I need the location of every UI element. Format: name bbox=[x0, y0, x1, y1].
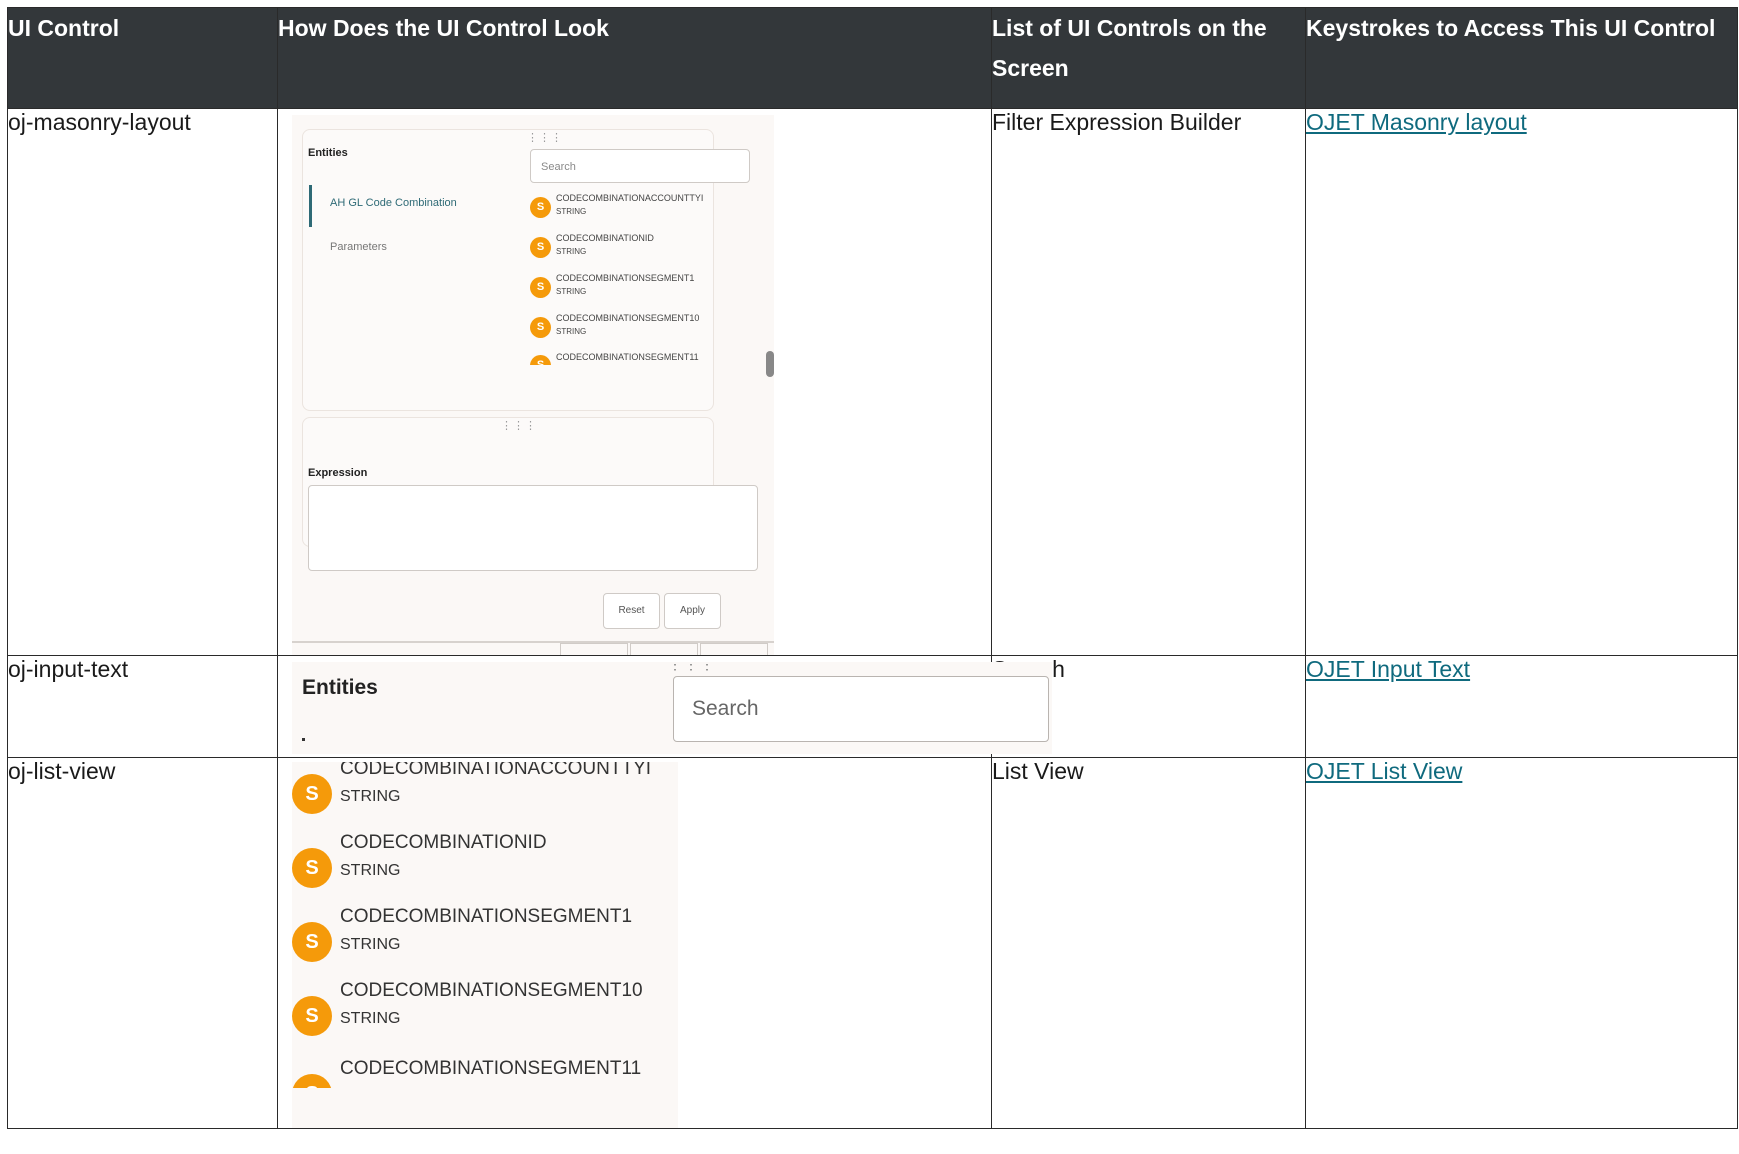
ui-controls-table: UI Control How Does the UI Control Look … bbox=[7, 7, 1738, 1129]
masonry-layout-screenshot: ⋮⋮⋮ Entities AH GL Code Combination Para… bbox=[292, 115, 774, 655]
header-keystrokes: Keystrokes to Access This UI Control bbox=[1305, 7, 1738, 109]
string-type-badge: S bbox=[292, 774, 332, 814]
list-item: S CODECOMBINATIONSEGMENT11 bbox=[292, 1058, 678, 1088]
control-name: oj-masonry-layout bbox=[7, 108, 278, 656]
entities-label: Entities bbox=[308, 147, 348, 159]
item-type: STRING bbox=[340, 1010, 401, 1027]
table-row: oj-list-view S CODECOMBINATIONACCOUNTTYI… bbox=[7, 757, 1738, 1129]
item-type: STRING bbox=[556, 207, 587, 216]
control-list: List View bbox=[991, 757, 1306, 1129]
item-type: STRING bbox=[340, 936, 401, 953]
link-cell: OJET List View bbox=[1305, 757, 1738, 1129]
string-type-badge: S bbox=[292, 922, 332, 962]
ojet-input-text-link[interactable]: OJET Input Text bbox=[1306, 656, 1470, 682]
expression-label: Expression bbox=[308, 467, 368, 479]
item-name: CODECOMBINATIONSEGMENT1 bbox=[340, 906, 633, 927]
item-type: STRING bbox=[556, 247, 587, 256]
link-cell: OJET Input Text bbox=[1305, 655, 1738, 758]
item-name: CODECOMBINATIONSEGMENT10 bbox=[556, 313, 700, 323]
drag-handle-icon: ⋮⋮⋮ bbox=[501, 420, 537, 432]
list-view-screenshot: S CODECOMBINATIONACCOUNTTYI STRING S COD… bbox=[292, 762, 678, 1128]
string-type-badge: S bbox=[292, 1074, 332, 1088]
ojet-list-view-link[interactable]: OJET List View bbox=[1306, 758, 1462, 784]
screenshot-cell: S CODECOMBINATIONACCOUNTTYI STRING S COD… bbox=[277, 757, 992, 1129]
ojet-masonry-layout-link[interactable]: OJET Masonry layout bbox=[1306, 109, 1527, 135]
string-type-badge: S bbox=[292, 996, 332, 1036]
item-name: CODECOMBINATIONACCOUNTTYI bbox=[340, 762, 652, 779]
string-type-badge: S bbox=[292, 848, 332, 888]
item-type: STRING bbox=[556, 287, 587, 296]
string-type-badge: S bbox=[530, 197, 551, 218]
table-row: oj-masonry-layout ⋮⋮⋮ Entities AH GL Cod… bbox=[7, 108, 1738, 656]
nav-item-parameters: Parameters bbox=[330, 241, 387, 253]
drag-handle-icon: ⋮⋮⋮ bbox=[668, 662, 716, 672]
nav-item-gl-code-combination: AH GL Code Combination bbox=[330, 197, 457, 209]
tab-stub bbox=[560, 643, 628, 655]
item-name: CODECOMBINATIONACCOUNTTYI bbox=[556, 193, 704, 203]
string-type-badge: S bbox=[530, 277, 551, 298]
dot-mark bbox=[302, 738, 305, 741]
header-ui-control: UI Control bbox=[7, 7, 278, 109]
drag-handle-icon: ⋮⋮⋮ bbox=[527, 132, 563, 144]
header-controls-list: List of UI Controls on the Screen bbox=[991, 7, 1306, 109]
control-list: Filter Expression Builder bbox=[991, 108, 1306, 656]
expression-textarea bbox=[308, 485, 758, 571]
item-type: STRING bbox=[340, 862, 401, 879]
item-type: STRING bbox=[340, 788, 401, 805]
search-input: Search bbox=[530, 149, 750, 183]
item-name: CODECOMBINATIONSEGMENT1 bbox=[556, 273, 695, 283]
tab-stub bbox=[630, 643, 698, 655]
input-text-screenshot: ⋮⋮⋮ Entities Search bbox=[292, 662, 1052, 754]
table-header-row: UI Control How Does the UI Control Look … bbox=[7, 7, 1738, 109]
table-row: oj-input-text ⋮⋮⋮ Entities Search Search… bbox=[7, 655, 1738, 758]
reset-button: Reset bbox=[603, 593, 660, 629]
header-how-it-looks: How Does the UI Control Look bbox=[277, 7, 992, 109]
item-name: CODECOMBINATIONSEGMENT11 bbox=[340, 1058, 642, 1079]
string-type-badge: S bbox=[530, 355, 551, 365]
item-name: CODECOMBINATIONSEGMENT10 bbox=[340, 980, 643, 1001]
tab-stub bbox=[700, 643, 768, 655]
item-name: CODECOMBINATIONID bbox=[340, 832, 547, 853]
item-name: CODECOMBINATIONID bbox=[556, 233, 654, 243]
screenshot-cell: ⋮⋮⋮ Entities AH GL Code Combination Para… bbox=[277, 108, 992, 656]
item-name: CODECOMBINATIONSEGMENT11 bbox=[556, 353, 699, 362]
scrollbar-thumb bbox=[766, 351, 774, 377]
list-item: S CODECOMBINATIONSEGMENT11 bbox=[530, 353, 770, 365]
item-type: STRING bbox=[556, 327, 587, 336]
search-input: Search bbox=[673, 676, 1049, 742]
screenshot-cell: ⋮⋮⋮ Entities Search bbox=[277, 655, 1052, 758]
string-type-badge: S bbox=[530, 237, 551, 258]
control-name: oj-input-text bbox=[7, 655, 278, 758]
string-type-badge: S bbox=[530, 317, 551, 338]
control-name: oj-list-view bbox=[7, 757, 278, 1129]
nav-selection-indicator bbox=[309, 185, 312, 227]
entities-label: Entities bbox=[302, 676, 378, 699]
link-cell: OJET Masonry layout bbox=[1305, 108, 1738, 656]
apply-button: Apply bbox=[664, 593, 721, 629]
